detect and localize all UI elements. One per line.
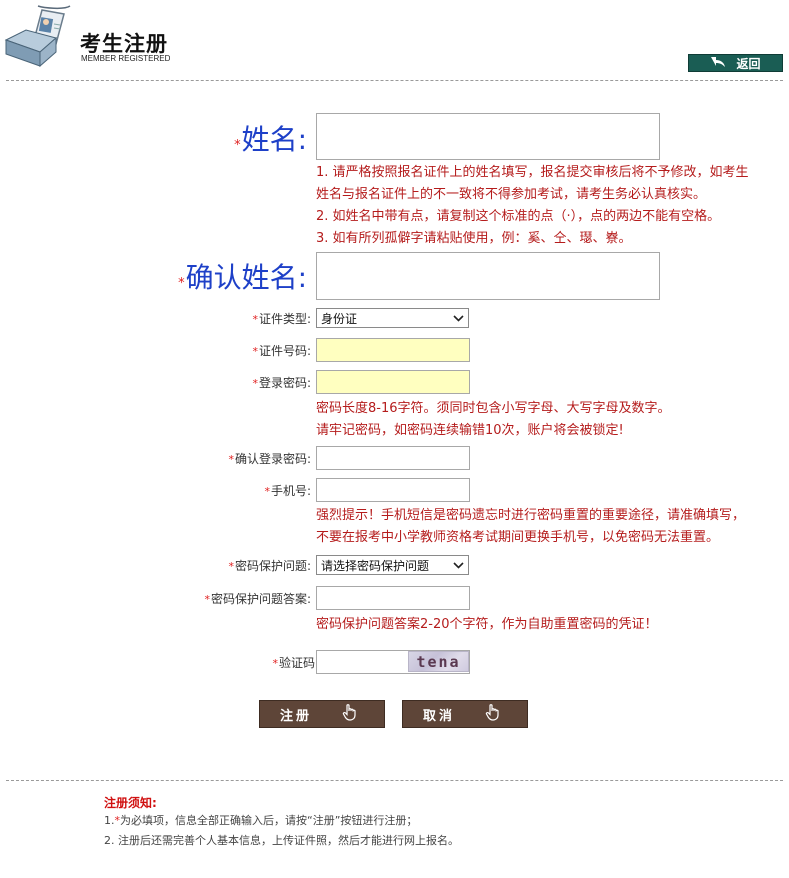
required-star: * xyxy=(264,485,270,498)
id-number-input[interactable] xyxy=(316,338,470,362)
confirm-password-label: *确认登录密码: xyxy=(228,452,311,466)
required-star: * xyxy=(272,657,278,670)
security-answer-hint: 密码保护问题答案2-20个字符，作为自助重置密码的凭证！ xyxy=(316,617,658,632)
required-star: * xyxy=(234,138,241,153)
id-type-select[interactable]: 身份证 xyxy=(316,308,469,328)
required-star: * xyxy=(228,560,234,573)
security-answer-input[interactable] xyxy=(316,586,470,610)
captcha-label: *验证码 xyxy=(272,656,315,670)
captcha-image[interactable]: tena xyxy=(408,651,469,672)
required-star: * xyxy=(204,593,210,606)
back-arrow-icon xyxy=(710,56,726,71)
required-star: * xyxy=(252,313,258,326)
security-question-select[interactable]: 请选择密码保护问题 xyxy=(316,555,469,575)
required-star: * xyxy=(228,453,234,466)
security-question-label: *密码保护问题: xyxy=(228,559,311,573)
id-badge-icon xyxy=(4,4,72,74)
name-input[interactable] xyxy=(316,113,660,160)
cancel-button[interactable]: 取消 xyxy=(402,700,528,728)
id-type-label: *证件类型: xyxy=(252,312,311,326)
chevron-down-icon xyxy=(453,312,464,325)
back-button[interactable]: 返回 xyxy=(688,54,783,72)
confirm-name-input[interactable] xyxy=(316,252,660,300)
footer-divider xyxy=(6,780,783,781)
name-hints: 1. 请严格按照报名证件上的姓名填写，报名提交审核后将不予修改，如考生 姓名与报… xyxy=(316,165,749,246)
password-label: *登录密码: xyxy=(252,376,311,390)
name-label: *姓名: xyxy=(234,123,307,156)
hand-pointer-icon xyxy=(485,703,501,725)
password-input[interactable] xyxy=(316,370,470,394)
password-hints: 密码长度8-16字符。须同时包含小写字母、大写字母及数字。 请牢记密码，如密码连… xyxy=(316,401,671,438)
mobile-hints: 强烈提示！手机短信是密码遗忘时进行密码重置的重要途径，请准确填写， 不要在报考中… xyxy=(316,508,746,545)
hand-pointer-icon xyxy=(342,703,358,725)
mobile-label: *手机号: xyxy=(264,484,311,498)
id-number-label: *证件号码: xyxy=(252,344,311,358)
register-button[interactable]: 注册 xyxy=(259,700,385,728)
chevron-down-icon xyxy=(453,559,464,572)
security-answer-label: *密码保护问题答案: xyxy=(204,592,311,606)
confirm-password-input[interactable] xyxy=(316,446,470,470)
mobile-input[interactable] xyxy=(316,478,470,502)
back-button-label: 返回 xyxy=(736,56,761,71)
confirm-name-label: *确认姓名: xyxy=(178,261,307,294)
note-item: 2. 注册后还需完善个人基本信息，上传证件照，然后才能进行网上报名。 xyxy=(104,834,459,847)
page-subtitle: MEMBER REGISTERED xyxy=(81,54,171,63)
required-star: * xyxy=(178,276,185,291)
note-item: 1.*为必填项，信息全部正确输入后，请按“注册”按钮进行注册； xyxy=(104,814,418,827)
notes-title: 注册须知: xyxy=(104,796,157,810)
header-divider xyxy=(6,80,783,81)
required-star: * xyxy=(252,345,258,358)
required-star: * xyxy=(252,377,258,390)
